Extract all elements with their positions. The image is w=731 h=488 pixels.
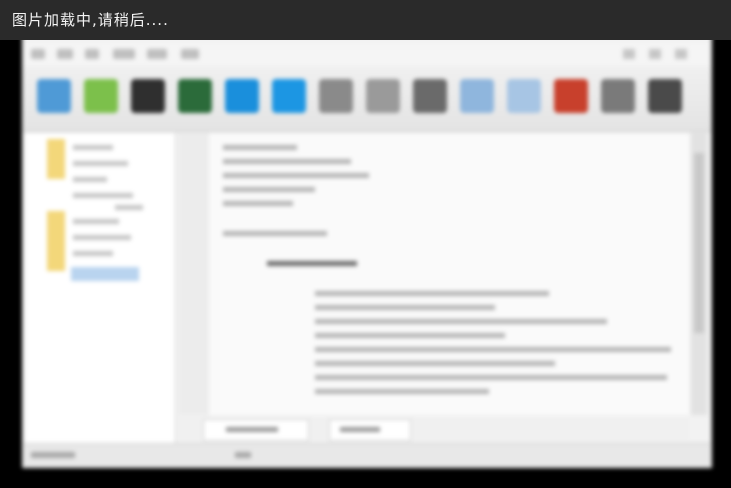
settings-icon[interactable] <box>601 79 635 113</box>
code-line <box>315 305 495 310</box>
code-line <box>223 145 297 150</box>
project-tree[interactable] <box>25 133 176 443</box>
tree-item-selected[interactable] <box>71 267 139 281</box>
line-number-gutter <box>179 133 209 415</box>
menu-item[interactable] <box>181 49 199 59</box>
folder-icon[interactable] <box>47 211 65 271</box>
cut-icon[interactable] <box>225 79 259 113</box>
maximize-icon[interactable] <box>649 49 661 59</box>
toolbar <box>23 67 711 132</box>
build-icon[interactable] <box>554 79 588 113</box>
undo-icon[interactable] <box>366 79 400 113</box>
redo-icon[interactable] <box>413 79 447 113</box>
status-text <box>235 452 251 458</box>
tab-label <box>340 427 380 432</box>
code-line <box>223 201 293 206</box>
tree-item[interactable] <box>73 235 131 240</box>
scrollbar-thumb[interactable] <box>694 153 704 333</box>
folder-icon[interactable] <box>47 139 65 179</box>
code-line <box>315 319 607 324</box>
tree-item[interactable] <box>73 219 119 224</box>
status-text <box>31 452 75 458</box>
copy-icon[interactable] <box>272 79 306 113</box>
close-icon[interactable] <box>675 49 687 59</box>
find-icon[interactable] <box>460 79 494 113</box>
save-all-icon[interactable] <box>178 79 212 113</box>
menu-item[interactable] <box>57 49 73 59</box>
editor-tab[interactable] <box>329 419 411 441</box>
menu-item[interactable] <box>147 49 167 59</box>
status-bar <box>23 443 711 468</box>
replace-icon[interactable] <box>507 79 541 113</box>
run-icon[interactable] <box>648 79 682 113</box>
tree-item[interactable] <box>73 251 113 256</box>
code-line <box>315 291 549 296</box>
menu-item[interactable] <box>31 49 45 59</box>
code-line <box>223 159 351 164</box>
menu-item[interactable] <box>85 49 99 59</box>
tree-item[interactable] <box>73 145 113 150</box>
file-icon[interactable] <box>37 79 71 113</box>
vertical-scrollbar[interactable] <box>691 133 707 415</box>
code-line <box>315 375 667 380</box>
menu-item[interactable] <box>113 49 135 59</box>
image-loading-banner: 图片加载中,请稍后.... <box>0 0 731 40</box>
paste-icon[interactable] <box>319 79 353 113</box>
editor-tab[interactable] <box>203 419 309 441</box>
code-line <box>315 361 555 366</box>
code-editor[interactable] <box>179 133 689 415</box>
editor-tabs <box>179 417 689 441</box>
code-line <box>223 187 315 192</box>
code-line <box>315 347 671 352</box>
open-folder-icon[interactable] <box>84 79 118 113</box>
minimize-icon[interactable] <box>623 49 635 59</box>
code-line <box>315 389 489 394</box>
tree-item[interactable] <box>73 193 133 198</box>
tree-item[interactable] <box>73 177 107 182</box>
menu-bar <box>23 43 711 65</box>
code-line <box>223 173 369 178</box>
code-line <box>223 231 327 236</box>
code-line <box>267 261 357 266</box>
tree-item[interactable] <box>73 161 128 166</box>
save-icon[interactable] <box>131 79 165 113</box>
code-line <box>315 333 505 338</box>
ide-window <box>22 22 712 468</box>
tree-item[interactable] <box>115 205 143 210</box>
tab-label <box>226 427 278 432</box>
